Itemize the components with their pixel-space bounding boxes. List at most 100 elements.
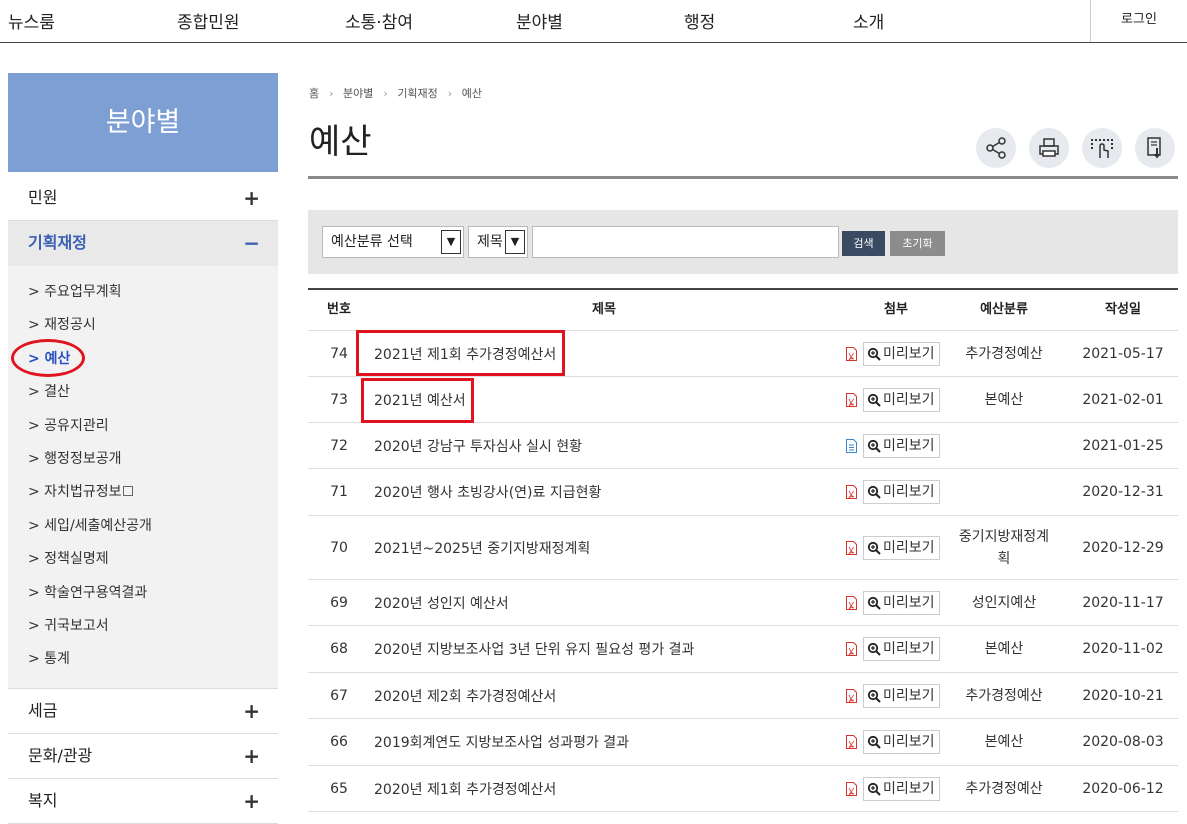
search-field-select[interactable]: 제목 ▼ [468, 226, 528, 258]
row-title-link[interactable]: 2020년 행사 초빙강사(연)료 지급현황 [374, 469, 834, 515]
sidebar-item-civil[interactable]: 민원 + [8, 176, 278, 221]
share-icon [986, 137, 1006, 159]
pdf-file-icon[interactable] [846, 392, 857, 407]
submenu-item[interactable]: > 주요업무계획 [8, 278, 278, 311]
submenu-item[interactable]: > 공유지관리 [8, 412, 278, 445]
top-navigation: 뉴스룸 종합민원 소통·참여 분야별 행정 소개 로그인 [0, 0, 1187, 43]
external-link-icon [123, 486, 134, 497]
table-row[interactable]: 69 2020년 성인지 예산서 미리보기 성인지예산 2020-11-17 [308, 580, 1178, 626]
row-title-link[interactable]: 2020년 지방보조사업 3년 단위 유지 필요성 평가 결과 [374, 626, 834, 672]
accessibility-button[interactable] [1082, 128, 1122, 168]
breadcrumb-separator-icon: › [383, 87, 388, 100]
reset-button[interactable]: 초기화 [890, 231, 945, 256]
sidebar-item-tax[interactable]: 세금 + [8, 689, 278, 734]
preview-button[interactable]: 미리보기 [863, 683, 940, 708]
page-title: 예산 [309, 122, 372, 162]
preview-label: 미리보기 [883, 437, 935, 454]
nav-by-field[interactable]: 분야별 [516, 8, 563, 33]
pdf-file-icon[interactable] [846, 781, 857, 796]
table-row[interactable]: 65 2020년 제1회 추가경정예산서 미리보기 추가경정예산 2020-06-12 [308, 766, 1178, 812]
pdf-file-icon[interactable] [846, 735, 857, 749]
pdf-file-icon[interactable] [846, 540, 857, 555]
submenu-item-local-law[interactable]: > 자치법규정보 [8, 478, 278, 511]
row-attachment: 미리보기 [846, 423, 946, 468]
submenu-item[interactable]: > 행정정보공개 [8, 445, 278, 478]
row-date: 2020-11-17 [1082, 594, 1164, 611]
sidebar-item-welfare[interactable]: 복지 + [8, 779, 278, 824]
pdf-file-icon[interactable] [846, 485, 857, 499]
row-attachment: 미리보기 [846, 580, 946, 625]
header-attachment: 첨부 [884, 302, 908, 317]
preview-button[interactable]: 미리보기 [863, 480, 940, 504]
nav-about[interactable]: 소개 [853, 8, 884, 33]
select-value: 제목 [477, 234, 503, 250]
preview-label: 미리보기 [883, 484, 935, 500]
submenu-item[interactable]: > 귀국보고서 [8, 612, 278, 645]
table-row[interactable]: 70 2021년~2025년 중기지방재정계획 미리보기 중기지방재정계획 2020-1… [308, 516, 1178, 580]
preview-button[interactable]: 미리보기 [863, 433, 940, 458]
download-button[interactable] [1135, 128, 1175, 168]
preview-button[interactable]: 미리보기 [863, 637, 940, 661]
submenu-item[interactable]: > 통계 [8, 645, 278, 678]
nav-civil-service[interactable]: 종합민원 [177, 8, 240, 33]
preview-label: 미리보기 [883, 539, 935, 556]
preview-button[interactable]: 미리보기 [863, 341, 940, 366]
row-category: 성인지예산 [971, 594, 1037, 611]
preview-button[interactable]: 미리보기 [863, 730, 940, 754]
preview-label: 미리보기 [883, 780, 935, 797]
pdf-file-icon[interactable] [846, 595, 857, 610]
sidebar-item-label: 기획재정 [28, 233, 87, 252]
row-attachment: 미리보기 [846, 331, 946, 376]
magnifier-icon [867, 689, 881, 703]
row-date: 2021-01-25 [1082, 437, 1164, 454]
document-file-icon[interactable] [846, 438, 857, 453]
submenu-item-label: > 자치법규정보 [28, 484, 122, 501]
row-title-link[interactable]: 2020년 제1회 추가경정예산서 [374, 766, 834, 811]
search-input[interactable] [532, 226, 839, 258]
row-title-link[interactable]: 2019회계연도 지방보조사업 성과평가 결과 [374, 719, 834, 765]
pdf-file-icon[interactable] [846, 642, 857, 656]
pdf-file-icon[interactable] [846, 688, 857, 703]
search-button[interactable]: 검색 [842, 231, 885, 256]
preview-button[interactable]: 미리보기 [863, 776, 940, 801]
row-title-link[interactable]: 2020년 강남구 투자심사 실시 현황 [374, 423, 834, 468]
nav-newsroom[interactable]: 뉴스룸 [8, 8, 55, 33]
table-row[interactable]: 72 2020년 강남구 투자심사 실시 현황 미리보기 2021-01-25 [308, 423, 1178, 469]
print-button[interactable] [1029, 128, 1069, 168]
budget-category-select[interactable]: 예산분류 선택 ▼ [322, 226, 464, 258]
nav-communication[interactable]: 소통·참여 [345, 8, 413, 33]
preview-button[interactable]: 미리보기 [863, 590, 940, 615]
header-date: 작성일 [1105, 302, 1141, 317]
title-divider [308, 176, 1178, 179]
search-bar: 예산분류 선택 ▼ 제목 ▼ 검색 초기화 [308, 210, 1178, 274]
header-category: 예산분류 [980, 302, 1028, 317]
submenu-item[interactable]: > 정책실명제 [8, 545, 278, 578]
preview-button[interactable]: 미리보기 [863, 387, 940, 412]
submenu-item[interactable]: > 결산 [8, 378, 278, 411]
preview-label: 미리보기 [883, 687, 935, 704]
row-title-link[interactable]: 2020년 제2회 추가경정예산서 [374, 673, 834, 718]
table-row[interactable]: 71 2020년 행사 초빙강사(연)료 지급현황 미리보기 2020-12-31 [308, 469, 1178, 516]
row-attachment: 미리보기 [846, 673, 946, 718]
row-title-link[interactable]: 2021년~2025년 중기지방재정계획 [374, 516, 834, 579]
share-button[interactable] [976, 128, 1016, 168]
breadcrumb-item[interactable]: 분야별 [343, 87, 373, 100]
table-row[interactable]: 66 2019회계연도 지방보조사업 성과평가 결과 미리보기 본예산 2020-08-… [308, 719, 1178, 766]
row-title-link[interactable]: 2020년 성인지 예산서 [374, 580, 834, 625]
nav-administration[interactable]: 행정 [684, 8, 715, 33]
pdf-file-icon[interactable] [846, 346, 857, 361]
breadcrumb-item[interactable]: 기획재정 [397, 87, 437, 100]
table-row[interactable]: 68 2020년 지방보조사업 3년 단위 유지 필요성 평가 결과 미리보기 본예산… [308, 626, 1178, 673]
sidebar-item-planning-finance[interactable]: 기획재정 − [8, 221, 278, 266]
submenu-item[interactable]: > 세입/세출예산공개 [8, 512, 278, 545]
magnifier-icon [867, 735, 881, 749]
table-row[interactable]: 67 2020년 제2회 추가경정예산서 미리보기 추가경정예산 2020-10-21 [308, 673, 1178, 719]
login-button[interactable]: 로그인 [1090, 0, 1187, 42]
breadcrumb-home[interactable]: 홈 [309, 87, 319, 100]
preview-button[interactable]: 미리보기 [863, 535, 940, 560]
row-number: 65 [330, 780, 348, 797]
magnifier-icon [867, 347, 881, 361]
magnifier-icon [867, 485, 881, 499]
sidebar-item-culture[interactable]: 문화/관광 + [8, 734, 278, 779]
submenu-item[interactable]: > 학술연구용역결과 [8, 579, 278, 612]
